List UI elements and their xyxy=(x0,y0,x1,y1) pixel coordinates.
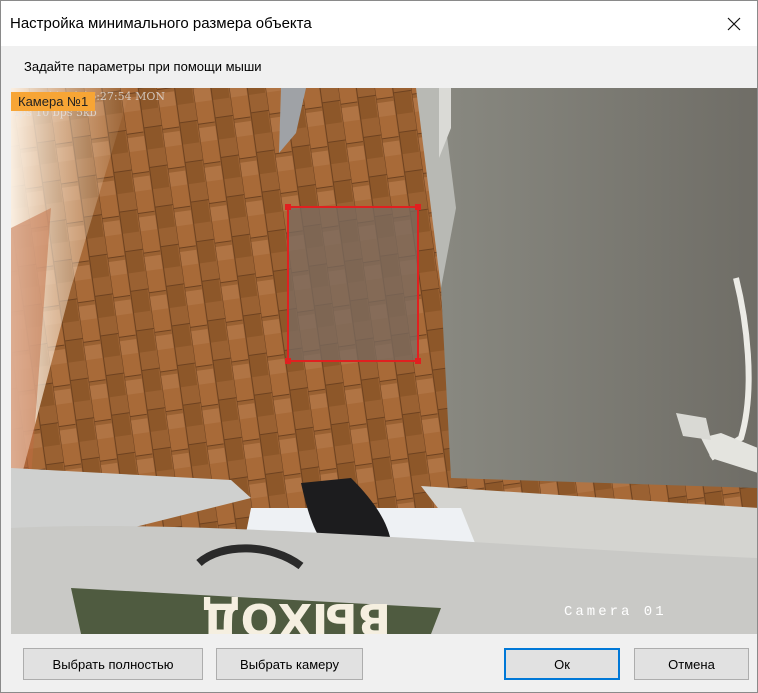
close-button[interactable] xyxy=(711,1,757,46)
camera-overlay-label: Camera 01 xyxy=(564,604,667,620)
selection-handle[interactable] xyxy=(415,204,421,210)
hint-bar: Задайте параметры при помощи мыши xyxy=(1,46,757,88)
hint-text: Задайте параметры при помощи мыши xyxy=(24,59,262,74)
cancel-button[interactable]: Отмена xyxy=(634,648,749,680)
settings-dialog: Настройка минимального размера объекта З… xyxy=(0,0,758,693)
button-bar: Выбрать полностью Выбрать камеру Ок Отме… xyxy=(1,634,757,692)
selection-handle[interactable] xyxy=(285,358,291,364)
exit-sign-text: ВЫХОД xyxy=(201,593,391,634)
selection-handle[interactable] xyxy=(415,358,421,364)
ok-button[interactable]: Ок xyxy=(504,648,620,680)
dialog-title: Настройка минимального размера объекта xyxy=(10,15,312,32)
camera-view[interactable]: ВЫХОД 11-24 16:27:54 MON fps 10 bps 5kb … xyxy=(11,88,757,634)
selection-handle[interactable] xyxy=(285,204,291,210)
selection-rectangle[interactable] xyxy=(287,206,419,362)
select-all-button[interactable]: Выбрать полностью xyxy=(23,648,203,680)
camera-badge: Камера №1 xyxy=(11,92,96,111)
title-bar: Настройка минимального размера объекта xyxy=(1,1,757,46)
close-icon xyxy=(727,17,741,30)
camera-frame: ВЫХОД xyxy=(11,88,757,634)
select-camera-button[interactable]: Выбрать камеру xyxy=(216,648,363,680)
